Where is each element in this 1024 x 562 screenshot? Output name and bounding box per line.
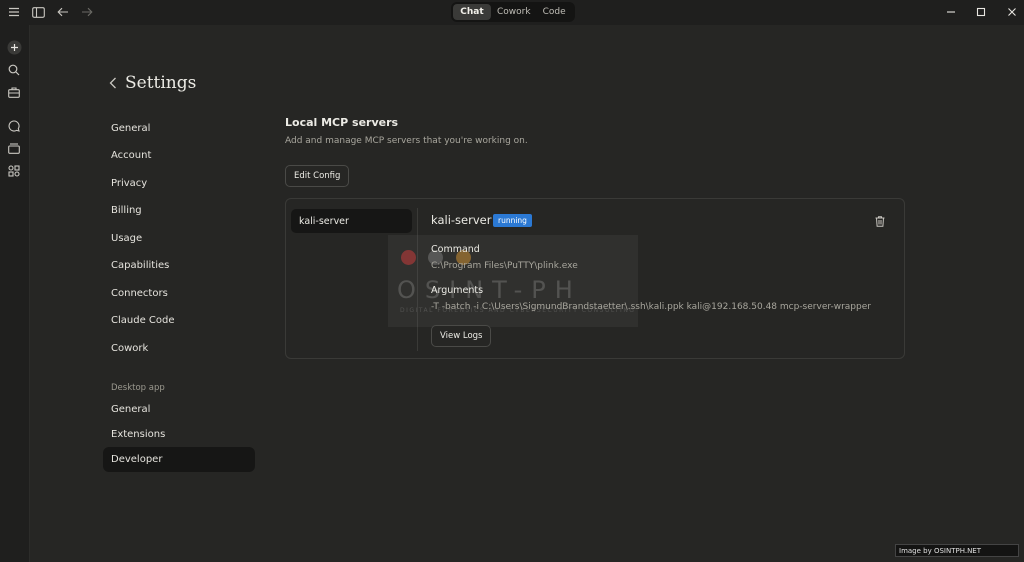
sidebar-item-connectors[interactable]: Connectors <box>103 281 255 306</box>
sidebar-item-extensions[interactable]: Extensions <box>103 422 255 447</box>
briefcase-icon[interactable] <box>4 82 24 102</box>
sidebar-item-capabilities[interactable]: Capabilities <box>103 253 255 278</box>
trash-icon[interactable] <box>872 213 888 229</box>
image-credit: Image by OSINTPH.NET <box>895 544 1019 557</box>
status-badge: running <box>493 214 532 227</box>
forward-arrow-icon[interactable] <box>76 2 98 22</box>
arguments-label: Arguments <box>431 285 484 296</box>
sidebar-item-desktop-general[interactable]: General <box>103 397 255 422</box>
sidebar-item-privacy[interactable]: Privacy <box>103 171 255 196</box>
sidebar-item-claude-code[interactable]: Claude Code <box>103 308 255 333</box>
sidebar-item-cowork[interactable]: Cowork <box>103 336 255 361</box>
command-value: C:\Program Files\PuTTY\plink.exe <box>431 261 578 271</box>
mode-switcher: Chat Cowork Code <box>451 2 575 22</box>
tab-chat[interactable]: Chat <box>453 4 491 20</box>
watermark-dot-red <box>401 250 416 265</box>
server-list-item[interactable]: kali-server <box>291 209 412 233</box>
close-icon[interactable] <box>1001 2 1023 22</box>
desktop-app-section-label: Desktop app <box>111 383 165 393</box>
maximize-icon[interactable] <box>970 2 992 22</box>
sidebar-item-developer[interactable]: Developer <box>103 447 255 472</box>
search-icon[interactable] <box>4 60 24 80</box>
section-description: Add and manage MCP servers that you're w… <box>285 136 528 146</box>
arguments-value: -T -batch -i C:\Users\SigmundBrandstaett… <box>431 302 871 312</box>
command-label: Command <box>431 244 480 255</box>
view-logs-button[interactable]: View Logs <box>431 325 492 347</box>
sidebar-item-account[interactable]: Account <box>103 143 255 168</box>
artifacts-icon[interactable] <box>4 161 24 181</box>
projects-icon[interactable] <box>4 138 24 158</box>
title-bar: Chat Cowork Code <box>0 0 1024 25</box>
sidebar-toggle-icon[interactable] <box>27 2 49 22</box>
page-title: Settings <box>125 73 197 93</box>
watermark-text: OSINT-PH <box>397 276 582 304</box>
sidebar-item-general[interactable]: General <box>103 116 255 141</box>
sidebar-item-usage[interactable]: Usage <box>103 226 255 251</box>
back-chevron-icon[interactable] <box>109 74 117 93</box>
server-name: kali-server <box>431 213 492 227</box>
chats-icon[interactable] <box>4 116 24 136</box>
tab-code[interactable]: Code <box>537 4 572 20</box>
sidebar-item-billing[interactable]: Billing <box>103 198 255 223</box>
new-chat-icon[interactable] <box>4 37 24 57</box>
back-arrow-icon[interactable] <box>52 2 74 22</box>
menu-icon[interactable] <box>3 2 25 22</box>
tab-cowork[interactable]: Cowork <box>491 4 537 20</box>
minimize-icon[interactable] <box>940 2 962 22</box>
edit-config-button[interactable]: Edit Config <box>285 165 350 187</box>
left-rail <box>0 25 30 562</box>
section-heading: Local MCP servers <box>285 116 399 129</box>
settings-header: Settings <box>109 70 196 96</box>
